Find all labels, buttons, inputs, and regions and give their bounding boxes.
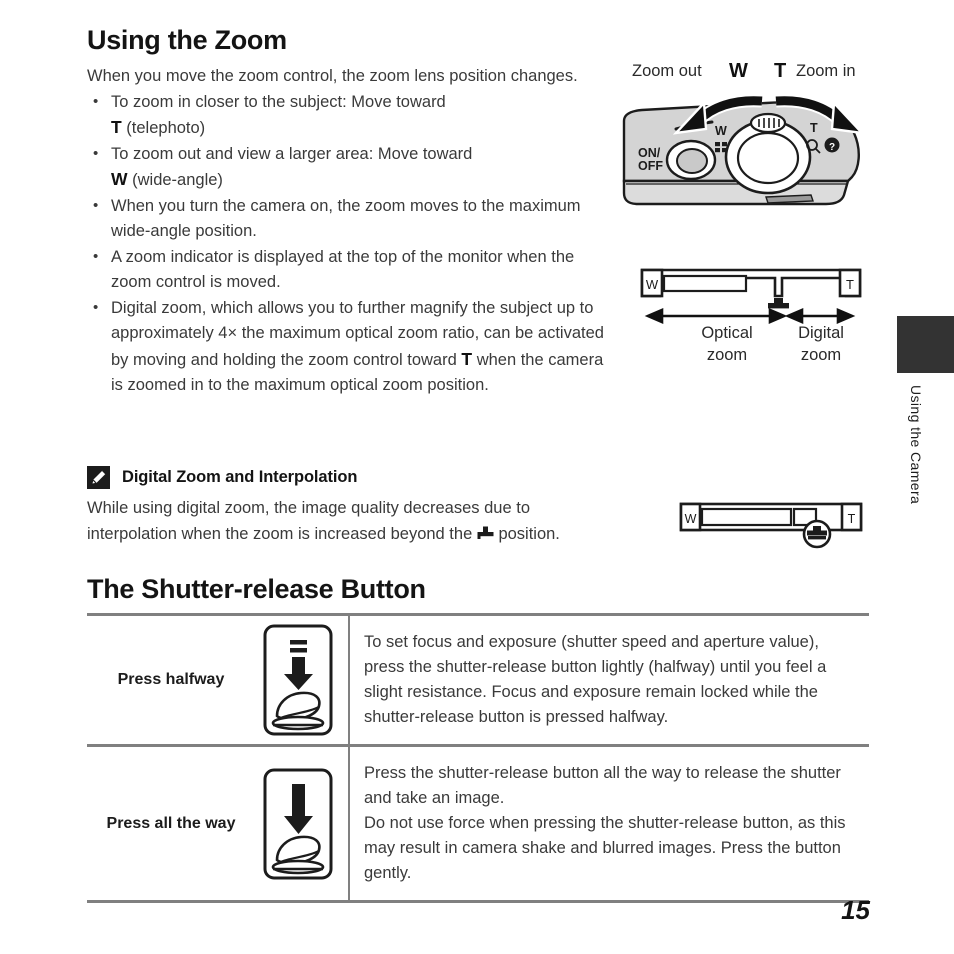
figure-zoom-indicator-interpolation: W T (676, 500, 866, 555)
svg-text:W: W (685, 512, 697, 526)
interpolation-marker-circle-icon (802, 519, 832, 549)
label-w: W (729, 60, 748, 82)
zoom-intro-text: When you move the zoom control, the zoom… (87, 67, 578, 85)
page-number: 15 (841, 895, 870, 925)
figure-camera-zoom-control: Zoom out W T Zoom in W T ? ON/ OFF (616, 60, 878, 217)
zoom-intro-paragraph: When you move the zoom control, the zoom… (87, 64, 607, 399)
svg-text:T: T (810, 121, 818, 135)
page-title-shutter-release-button: The Shutter-release Button (87, 574, 426, 604)
svg-text:W: W (646, 277, 659, 292)
zoom-bullet-digital: Digital zoom, which allows you to furthe… (87, 295, 607, 399)
zoom-bullet-telephoto: To zoom in closer to the subject: Move t… (87, 89, 607, 142)
svg-text:?: ? (829, 142, 835, 153)
interpolation-marker-icon (477, 523, 494, 539)
zoom-bullet-list: To zoom in closer to the subject: Move t… (87, 89, 607, 399)
camera-illustration: W T ? ON/ OFF (622, 94, 866, 206)
note-body-after: position. (498, 524, 560, 543)
side-tab-label: Using the Camera (908, 385, 924, 505)
row-label-press-halfway: Press halfway (117, 671, 225, 688)
manual-page: Using the Zoom When you move the zoom co… (0, 0, 954, 954)
label-optical-zoom-line2: zoom (706, 346, 748, 364)
svg-text:W: W (715, 124, 727, 138)
note-digital-zoom-interpolation: Digital Zoom and Interpolation While usi… (87, 466, 617, 547)
row-paragraph: To set focus and exposure (shutter speed… (364, 633, 827, 726)
shutter-release-table: Press halfway To set focus and exposure … (87, 613, 869, 903)
zoom-bullet-wide-continuation: When you turn the camera on, the zoom mo… (87, 193, 607, 245)
zoom-indicator-bar-interpolation: W T (679, 502, 863, 549)
label-t: T (774, 60, 787, 82)
figure-zoom-indicator: W T Optical zoom Digital zoom (636, 266, 866, 366)
row-description: Press the shutter-release button all the… (350, 747, 869, 900)
key-label-w: W (111, 169, 128, 189)
label-digital-zoom-line2: zoom (800, 346, 842, 364)
label-optical-zoom-line1: Optical (701, 324, 753, 342)
label-zoom-in: Zoom in (796, 62, 856, 80)
row-paragraph: Do not use force when pressing the shutt… (364, 814, 846, 882)
svg-text:T: T (848, 512, 856, 526)
note-title: Digital Zoom and Interpolation (122, 468, 358, 486)
label-zoom-out: Zoom out (632, 62, 702, 80)
zoom-bullet-wide: To zoom out and view a larger area: Move… (87, 141, 607, 194)
row-label-press-all-the-way: Press all the way (106, 814, 236, 832)
side-tab-marker (897, 316, 954, 373)
zoom-indicator-bar: W T (640, 268, 862, 324)
svg-text:OFF: OFF (638, 159, 663, 173)
bullet-text-prefix: To zoom in closer to the subject: Move t… (111, 92, 446, 111)
interpolation-marker-icon (768, 298, 789, 309)
row-paragraph: Press the shutter-release button all the… (364, 764, 841, 807)
note-body-before: While using digital zoom, the image qual… (87, 499, 530, 543)
press-all-the-way-icon (255, 747, 350, 900)
note-body: While using digital zoom, the image qual… (87, 496, 617, 547)
page-title-using-the-zoom: Using the Zoom (87, 25, 287, 55)
zoom-bullet-indicator: A zoom indicator is displayed at the top… (87, 244, 607, 296)
bullet-text-suffix: (telephoto) (126, 119, 206, 137)
label-digital-zoom-line1: Digital (798, 324, 844, 342)
svg-text:ON/: ON/ (638, 146, 661, 160)
pencil-icon (87, 466, 110, 489)
svg-text:T: T (846, 277, 854, 292)
table-row: Press all the way Press the shutter-rele… (87, 744, 869, 903)
note-header: Digital Zoom and Interpolation (87, 466, 617, 489)
press-halfway-icon (255, 616, 350, 744)
bullet-text-suffix: (wide-angle) (132, 171, 223, 189)
table-row: Press halfway To set focus and exposure … (87, 613, 869, 744)
bullet-text-prefix: To zoom out and view a larger area: Move… (111, 144, 473, 163)
key-label-t: T (461, 348, 473, 369)
row-description: To set focus and exposure (shutter speed… (350, 616, 869, 744)
key-label-t: T (111, 117, 122, 137)
